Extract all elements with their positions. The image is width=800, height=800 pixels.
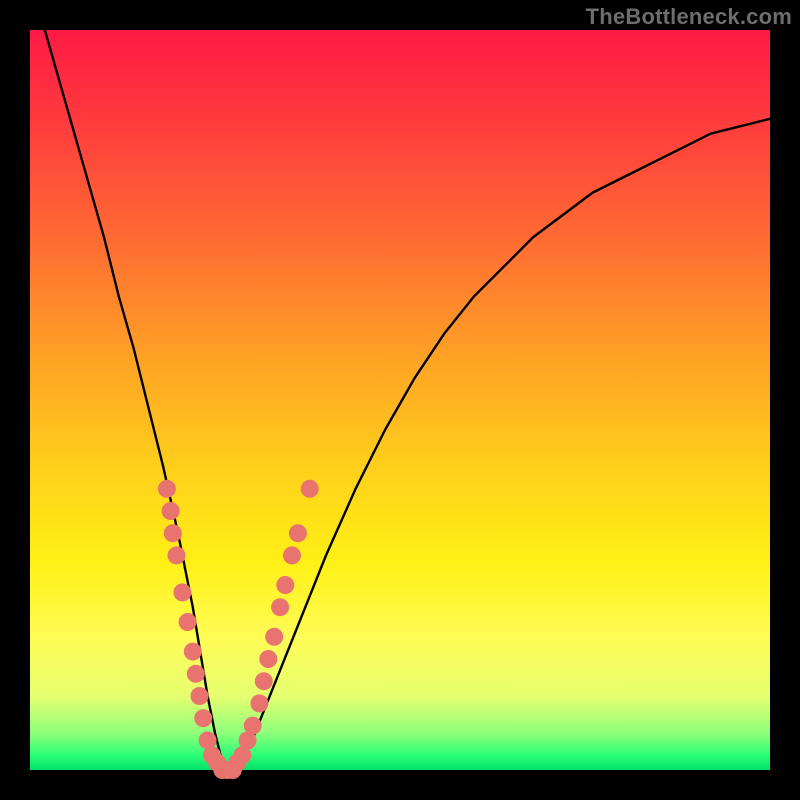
- bottleneck-curve: [45, 30, 770, 770]
- data-marker: [265, 628, 283, 646]
- chart-overlay: [30, 30, 770, 770]
- data-marker: [162, 502, 180, 520]
- data-marker: [301, 480, 319, 498]
- chart-stage: TheBottleneck.com: [0, 0, 800, 800]
- data-marker: [184, 643, 202, 661]
- data-marker: [194, 709, 212, 727]
- data-marker: [259, 650, 277, 668]
- data-marker: [173, 583, 191, 601]
- data-marker: [158, 480, 176, 498]
- data-marker: [191, 687, 209, 705]
- data-marker: [179, 613, 197, 631]
- data-marker: [255, 672, 273, 690]
- data-markers: [158, 480, 319, 779]
- data-marker: [164, 524, 182, 542]
- data-marker: [271, 598, 289, 616]
- data-marker: [276, 576, 294, 594]
- watermark-text: TheBottleneck.com: [586, 4, 792, 30]
- data-marker: [244, 717, 262, 735]
- data-marker: [187, 665, 205, 683]
- data-marker: [168, 546, 186, 564]
- data-marker: [283, 546, 301, 564]
- data-marker: [250, 694, 268, 712]
- data-marker: [289, 524, 307, 542]
